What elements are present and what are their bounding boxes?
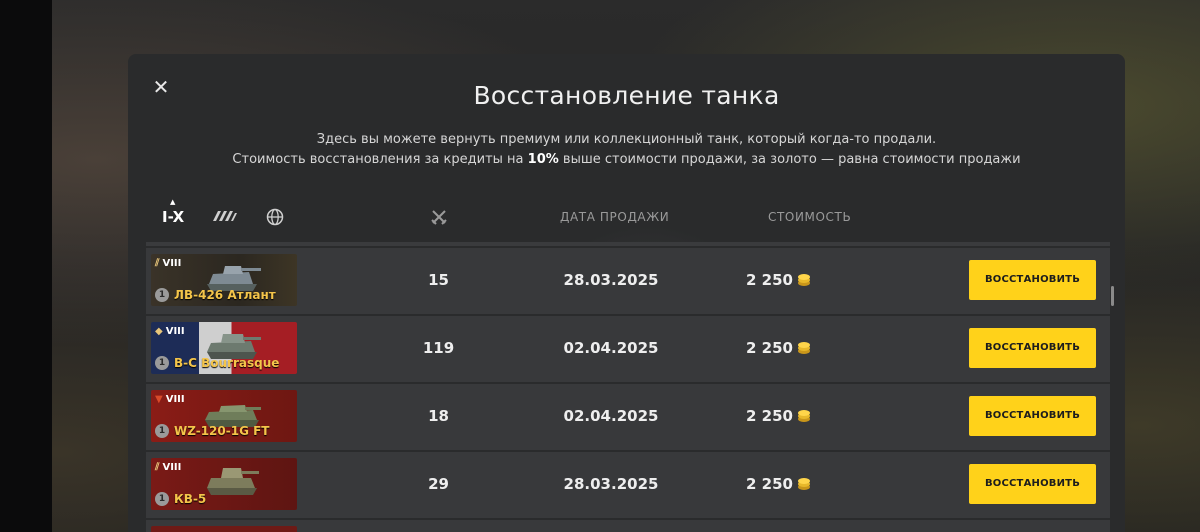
gold-coin-icon: [797, 410, 810, 422]
table-row: ⫽ VIII 1 ЛВ-426 Атлант 15 28.03.2025 2 25…: [146, 246, 1110, 314]
tier-filter-label: I-X: [162, 208, 185, 226]
dialog-description: Здесь вы можете вернуть премиум или колл…: [128, 130, 1125, 170]
tank-tier: ⫽ VIII: [155, 258, 182, 269]
restore-price: 2 250: [746, 271, 811, 289]
mastery-badge: 1: [155, 288, 169, 302]
mastery-badge: 1: [155, 492, 169, 506]
restore-price: 2 250: [746, 339, 811, 357]
dialog-title: Восстановление танка: [473, 81, 780, 110]
tank-tier: ▼ VIII: [155, 394, 185, 405]
tank-type-icon[interactable]: [211, 209, 237, 223]
tank-tier: ◆ VIII: [155, 326, 185, 337]
table-row-partial: [146, 518, 1110, 532]
class-medium-icon: ◆: [155, 326, 163, 337]
restore-button[interactable]: ВОССТАНОВИТЬ: [969, 328, 1096, 368]
description-percent: 10%: [527, 152, 559, 167]
crossed-swords-icon[interactable]: [430, 208, 448, 226]
description-line-2: Стоимость восстановления за кредиты на 1…: [128, 150, 1125, 170]
battles-count: 29: [428, 475, 449, 493]
tank-card[interactable]: ▼ VIII 1 WZ-120-1G FT: [151, 390, 297, 442]
gold-coin-icon: [797, 478, 810, 490]
restore-button[interactable]: ВОССТАНОВИТЬ: [969, 464, 1096, 504]
description-line-1: Здесь вы можете вернуть премиум или колл…: [316, 132, 937, 147]
battles-count: 18: [428, 407, 449, 425]
battles-count: 15: [428, 271, 449, 289]
sale-date: 02.04.2025: [563, 407, 659, 425]
battles-count: 119: [422, 339, 455, 357]
tank-card[interactable]: ⫽ VIII 1 ЛВ-426 Атлант: [151, 254, 297, 306]
tank-card[interactable]: ⫽ VIII 1 КВ-5: [151, 458, 297, 510]
scrollbar-thumb[interactable]: [1111, 286, 1114, 306]
restore-price: 2 250: [746, 407, 811, 425]
globe-icon[interactable]: [266, 208, 284, 226]
column-header-date[interactable]: ДАТА ПРОДАЖИ: [560, 210, 669, 224]
tank-list: ⫽ VIII 1 ЛВ-426 Атлант 15 28.03.2025 2 25…: [146, 242, 1110, 532]
tank-icon: [207, 468, 259, 495]
tank-name: B-C Bourrasque: [174, 356, 280, 370]
restore-button[interactable]: ВОССТАНОВИТЬ: [969, 260, 1096, 300]
column-header-cost[interactable]: СТОИМОСТЬ: [768, 210, 851, 224]
mastery-badge: 1: [155, 424, 169, 438]
filter-toolbar: ▲ I-X ДАТА ПРОДАЖИ СТОИМОСТЬ: [128, 198, 1125, 230]
restore-tank-dialog: ✕ Восстановление танка Здесь вы можете в…: [128, 54, 1125, 532]
gold-coin-icon: [797, 274, 810, 286]
tank-tier: ⫽ VIII: [155, 462, 182, 473]
sort-caret-icon: ▲: [170, 198, 176, 206]
tank-name: WZ-120-1G FT: [174, 424, 270, 438]
tank-card[interactable]: [151, 526, 297, 532]
gold-coin-icon: [797, 342, 810, 354]
tank-name: КВ-5: [174, 492, 207, 506]
sale-date: 28.03.2025: [563, 271, 659, 289]
table-row: ⫽ VIII 1 КВ-5 29 28.03.2025 2 250 ВОССТАН…: [146, 450, 1110, 518]
table-row: ▼ VIII 1 WZ-120-1G FT 18 02.04.2025 2 250…: [146, 382, 1110, 450]
sale-date: 28.03.2025: [563, 475, 659, 493]
restore-button[interactable]: ВОССТАНОВИТЬ: [969, 396, 1096, 436]
mastery-badge: 1: [155, 356, 169, 370]
restore-price: 2 250: [746, 475, 811, 493]
tier-filter[interactable]: ▲ I-X: [162, 198, 185, 226]
sale-date: 02.04.2025: [563, 339, 659, 357]
left-dark-strip: [0, 0, 52, 532]
table-row: ◆ VIII 1 B-C Bourrasque 119 02.04.2025 2 …: [146, 314, 1110, 382]
class-heavy-icon: ⫽: [155, 258, 160, 269]
description-suffix: выше стоимости продажи, за золото — равн…: [562, 152, 1021, 167]
class-td-icon: ▼: [155, 394, 163, 405]
description-prefix: Стоимость восстановления за кредиты на: [232, 152, 524, 167]
class-heavy-icon: ⫽: [155, 462, 160, 473]
tank-card[interactable]: ◆ VIII 1 B-C Bourrasque: [151, 322, 297, 374]
tank-name: ЛВ-426 Атлант: [174, 288, 276, 302]
